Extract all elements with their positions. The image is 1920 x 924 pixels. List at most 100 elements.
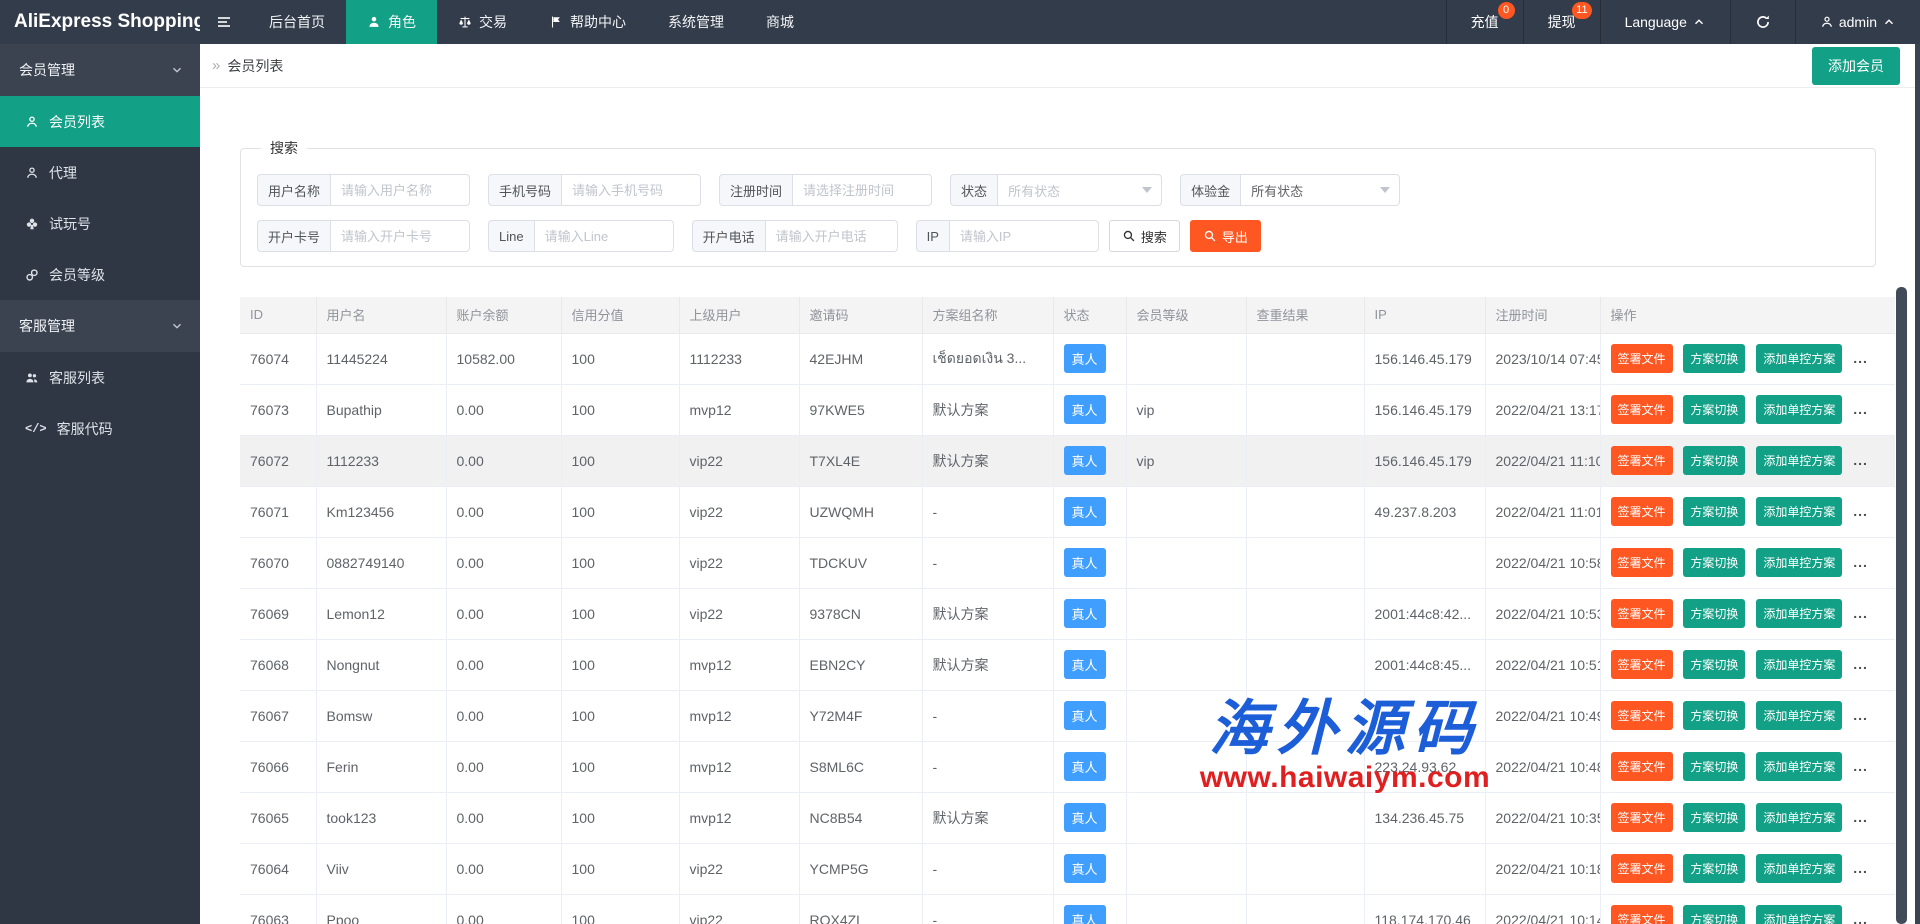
- nav-item-trade[interactable]: 交易: [437, 0, 528, 44]
- table-scrollbar[interactable]: [1896, 287, 1907, 924]
- nav-item-role[interactable]: 角色: [346, 0, 437, 44]
- status-badge[interactable]: 真人: [1064, 344, 1106, 373]
- more-actions-button[interactable]: ...: [1853, 656, 1868, 672]
- card-number-input[interactable]: [330, 220, 470, 252]
- withdraw-button[interactable]: 提现 11: [1523, 0, 1600, 44]
- cell-username: Bupathip: [316, 384, 446, 435]
- status-badge[interactable]: 真人: [1064, 701, 1106, 730]
- plan-switch-button[interactable]: 方案切换: [1683, 497, 1745, 526]
- add-control-plan-button[interactable]: 添加单控方案: [1756, 752, 1842, 781]
- status-badge[interactable]: 真人: [1064, 905, 1106, 924]
- more-actions-button[interactable]: ...: [1853, 809, 1868, 825]
- sidebar-item-member-list[interactable]: 会员列表: [0, 96, 200, 147]
- cell-credit: 100: [561, 588, 679, 639]
- sign-file-button[interactable]: 签署文件: [1611, 650, 1673, 679]
- search-button[interactable]: 搜索: [1109, 220, 1180, 252]
- status-badge[interactable]: 真人: [1064, 803, 1106, 832]
- status-badge[interactable]: 真人: [1064, 446, 1106, 475]
- nav-item-dashboard[interactable]: 后台首页: [248, 0, 346, 44]
- status-badge[interactable]: 真人: [1064, 599, 1106, 628]
- trial-fund-select[interactable]: 所有状态: [1240, 174, 1400, 206]
- more-actions-button[interactable]: ...: [1853, 554, 1868, 570]
- cell-username: Nongnut: [316, 639, 446, 690]
- ip-input[interactable]: [949, 220, 1099, 252]
- line-input[interactable]: [534, 220, 674, 252]
- plan-switch-button[interactable]: 方案切换: [1683, 548, 1745, 577]
- sign-file-button[interactable]: 签署文件: [1611, 497, 1673, 526]
- sidebar-item-service-list[interactable]: 客服列表: [0, 352, 200, 403]
- status-badge[interactable]: 真人: [1064, 854, 1106, 883]
- add-control-plan-button[interactable]: 添加单控方案: [1756, 701, 1842, 730]
- status-badge[interactable]: 真人: [1064, 752, 1106, 781]
- add-control-plan-button[interactable]: 添加单控方案: [1756, 344, 1842, 373]
- phone-input[interactable]: [561, 174, 701, 206]
- more-actions-button[interactable]: ...: [1853, 605, 1868, 621]
- plan-switch-button[interactable]: 方案切换: [1683, 344, 1745, 373]
- more-actions-button[interactable]: ...: [1853, 758, 1868, 774]
- plan-switch-button[interactable]: 方案切换: [1683, 803, 1745, 832]
- cell-actions: 签署文件 方案切换 添加单控方案 ...: [1600, 741, 1895, 792]
- username-input[interactable]: [330, 174, 470, 206]
- cell-invite-code: UZWQMH: [799, 486, 922, 537]
- plan-switch-button[interactable]: 方案切换: [1683, 650, 1745, 679]
- more-actions-button[interactable]: ...: [1853, 452, 1868, 468]
- hamburger-icon[interactable]: [200, 0, 248, 44]
- add-control-plan-button[interactable]: 添加单控方案: [1756, 446, 1842, 475]
- sign-file-button[interactable]: 签署文件: [1611, 701, 1673, 730]
- sign-file-button[interactable]: 签署文件: [1611, 599, 1673, 628]
- more-actions-button[interactable]: ...: [1853, 503, 1868, 519]
- plan-switch-button[interactable]: 方案切换: [1683, 752, 1745, 781]
- status-badge[interactable]: 真人: [1064, 395, 1106, 424]
- status-badge[interactable]: 真人: [1064, 497, 1106, 526]
- sign-file-button[interactable]: 签署文件: [1611, 803, 1673, 832]
- more-actions-button[interactable]: ...: [1853, 350, 1868, 366]
- sidebar-item-agent[interactable]: 代理: [0, 147, 200, 198]
- add-control-plan-button[interactable]: 添加单控方案: [1756, 905, 1842, 924]
- sign-file-button[interactable]: 签署文件: [1611, 752, 1673, 781]
- add-control-plan-button[interactable]: 添加单控方案: [1756, 395, 1842, 424]
- sidebar-item-demo-account[interactable]: 试玩号: [0, 198, 200, 249]
- page-scrollbar[interactable]: [1915, 44, 1920, 924]
- more-actions-button[interactable]: ...: [1853, 911, 1868, 924]
- add-control-plan-button[interactable]: 添加单控方案: [1756, 854, 1842, 883]
- user-menu[interactable]: admin: [1795, 0, 1920, 44]
- sidebar-group-service-management[interactable]: 客服管理: [0, 300, 200, 352]
- add-control-plan-button[interactable]: 添加单控方案: [1756, 497, 1842, 526]
- more-actions-button[interactable]: ...: [1853, 707, 1868, 723]
- export-button[interactable]: 导出: [1190, 220, 1261, 252]
- add-member-button[interactable]: 添加会员: [1812, 47, 1900, 85]
- sign-file-button[interactable]: 签署文件: [1611, 344, 1673, 373]
- add-control-plan-button[interactable]: 添加单控方案: [1756, 599, 1842, 628]
- plan-switch-button[interactable]: 方案切换: [1683, 599, 1745, 628]
- plan-switch-button[interactable]: 方案切换: [1683, 395, 1745, 424]
- recharge-button[interactable]: 充值 0: [1446, 0, 1523, 44]
- sign-file-button[interactable]: 签署文件: [1611, 395, 1673, 424]
- status-select[interactable]: 所有状态: [997, 174, 1162, 206]
- plan-switch-button[interactable]: 方案切换: [1683, 446, 1745, 475]
- nav-item-mall[interactable]: 商城: [745, 0, 815, 44]
- sidebar-item-member-level[interactable]: 会员等级: [0, 249, 200, 300]
- status-badge[interactable]: 真人: [1064, 650, 1106, 679]
- sidebar-item-service-code[interactable]: </> 客服代码: [0, 403, 200, 454]
- plan-switch-button[interactable]: 方案切换: [1683, 701, 1745, 730]
- status-badge[interactable]: 真人: [1064, 548, 1106, 577]
- plan-switch-button[interactable]: 方案切换: [1683, 905, 1745, 924]
- add-control-plan-button[interactable]: 添加单控方案: [1756, 803, 1842, 832]
- account-phone-input[interactable]: [765, 220, 898, 252]
- sign-file-button[interactable]: 签署文件: [1611, 548, 1673, 577]
- language-dropdown[interactable]: Language: [1600, 0, 1730, 44]
- sign-file-button[interactable]: 签署文件: [1611, 905, 1673, 924]
- register-time-input[interactable]: [792, 174, 932, 206]
- add-control-plan-button[interactable]: 添加单控方案: [1756, 650, 1842, 679]
- plan-switch-button[interactable]: 方案切换: [1683, 854, 1745, 883]
- add-control-plan-button[interactable]: 添加单控方案: [1756, 548, 1842, 577]
- sign-file-button[interactable]: 签署文件: [1611, 446, 1673, 475]
- sidebar-group-member-management[interactable]: 会员管理: [0, 44, 200, 96]
- refresh-button[interactable]: [1730, 0, 1795, 44]
- more-actions-button[interactable]: ...: [1853, 860, 1868, 876]
- cell-balance: 0.00: [446, 486, 561, 537]
- nav-item-system[interactable]: 系统管理: [647, 0, 745, 44]
- more-actions-button[interactable]: ...: [1853, 401, 1868, 417]
- nav-item-help[interactable]: 帮助中心: [528, 0, 647, 44]
- sign-file-button[interactable]: 签署文件: [1611, 854, 1673, 883]
